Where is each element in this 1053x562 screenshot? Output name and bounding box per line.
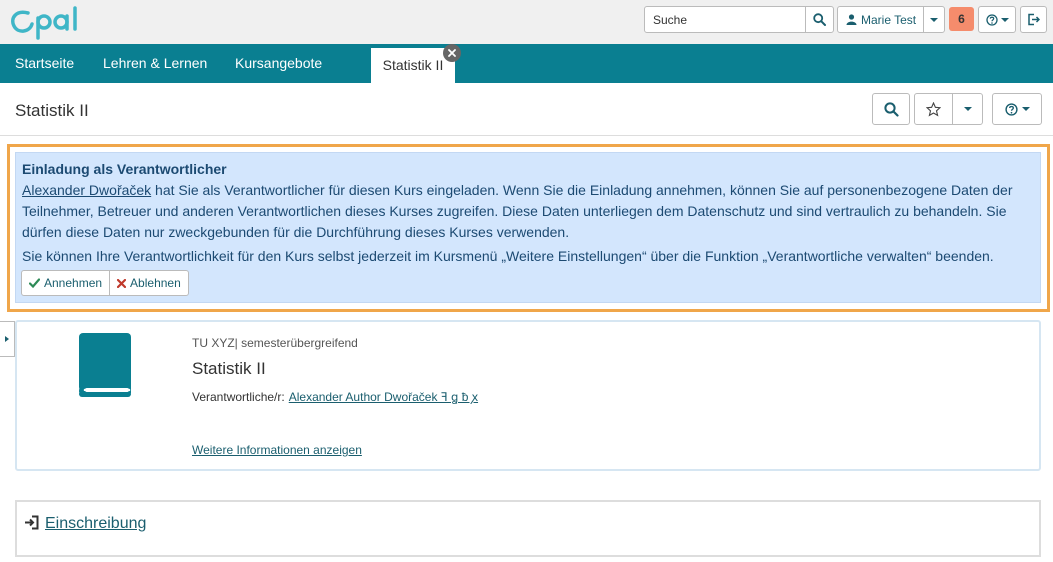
accept-label: Annehmen <box>44 276 103 290</box>
star-icon <box>926 101 941 117</box>
decline-label: Ablehnen <box>130 276 181 290</box>
user-dropdown-toggle[interactable] <box>924 17 944 22</box>
page-title: Statistik II <box>15 101 89 120</box>
search-button[interactable] <box>805 7 833 32</box>
help-menu-button[interactable] <box>978 6 1016 33</box>
invitation-body: hat Sie als Verantwortlicher für diesen … <box>22 182 1013 240</box>
top-bar: Marie Test 6 <box>0 0 1053 44</box>
course-title: Statistik II <box>192 359 266 378</box>
user-menu: Marie Test <box>837 6 945 33</box>
responsible-label: Verantwortliche/r: <box>192 390 285 404</box>
user-button[interactable]: Marie Test <box>838 7 924 32</box>
header-divider <box>0 135 1053 136</box>
favorite-button[interactable] <box>915 94 953 124</box>
chevron-down-icon <box>930 17 938 22</box>
close-tab-button[interactable] <box>443 44 461 62</box>
enrolment-link[interactable]: Einschreibung <box>45 515 146 533</box>
user-name: Marie Test <box>861 12 917 27</box>
book-icon <box>79 333 131 397</box>
accept-button[interactable]: Annehmen <box>22 271 109 295</box>
user-icon <box>846 14 857 25</box>
favorite-button-group <box>914 93 983 125</box>
invitation-title: Einladung als Verantwortlicher <box>22 161 227 177</box>
search-input[interactable] <box>645 7 806 32</box>
search-icon <box>883 101 899 117</box>
close-icon <box>448 49 456 57</box>
nav-item-kursangebote[interactable]: Kursangebote <box>235 44 322 83</box>
responsible-link[interactable]: Alexander Author Dwořaček ꟻ ꬶ ƀ ꭗ <box>289 390 478 404</box>
enrolment-panel <box>15 500 1041 557</box>
course-search-button[interactable] <box>872 93 910 125</box>
logout-icon <box>1028 13 1040 26</box>
check-icon <box>29 278 40 288</box>
chevron-down-icon <box>963 107 972 111</box>
chevron-right-icon <box>5 336 9 342</box>
inviter-link[interactable]: Alexander Dwořaček <box>22 182 151 198</box>
course-help-button[interactable] <box>992 93 1042 125</box>
decline-button[interactable]: Ablehnen <box>109 271 188 295</box>
help-icon <box>1004 102 1018 116</box>
course-responsible: Verantwortliche/r: Alexander Author Dwořa… <box>192 388 478 405</box>
chevron-down-icon <box>1021 107 1030 111</box>
sign-in-icon <box>24 515 39 530</box>
search-icon <box>813 13 826 26</box>
chevron-down-icon <box>1000 17 1009 22</box>
nav-item-startseite[interactable]: Startseite <box>15 44 74 83</box>
opal-logo[interactable] <box>8 4 82 40</box>
close-icon <box>117 278 127 288</box>
global-search <box>644 6 834 33</box>
course-info-card <box>15 320 1041 471</box>
nav-item-lehren-lernen[interactable]: Lehren & Lernen <box>103 44 207 83</box>
invitation-text: Alexander Dwořaček hat Sie als Verantwor… <box>22 180 1034 243</box>
invitation-actions: Annehmen Ablehnen <box>21 270 189 296</box>
favorite-dropdown-toggle[interactable] <box>953 94 982 124</box>
notification-badge[interactable]: 6 <box>949 7 974 31</box>
help-icon <box>985 13 998 26</box>
logout-button[interactable] <box>1020 6 1047 33</box>
sidebar-toggle[interactable] <box>0 321 15 357</box>
more-info-link[interactable]: Weitere Informationen anzeigen <box>192 443 362 457</box>
main-navigation: Startseite Lehren & Lernen Kursangebote … <box>0 44 1053 83</box>
course-semester: TU XYZ| semesterübergreifend <box>192 336 358 350</box>
invitation-note: Sie können Ihre Verantwortlichkeit für d… <box>22 248 994 264</box>
